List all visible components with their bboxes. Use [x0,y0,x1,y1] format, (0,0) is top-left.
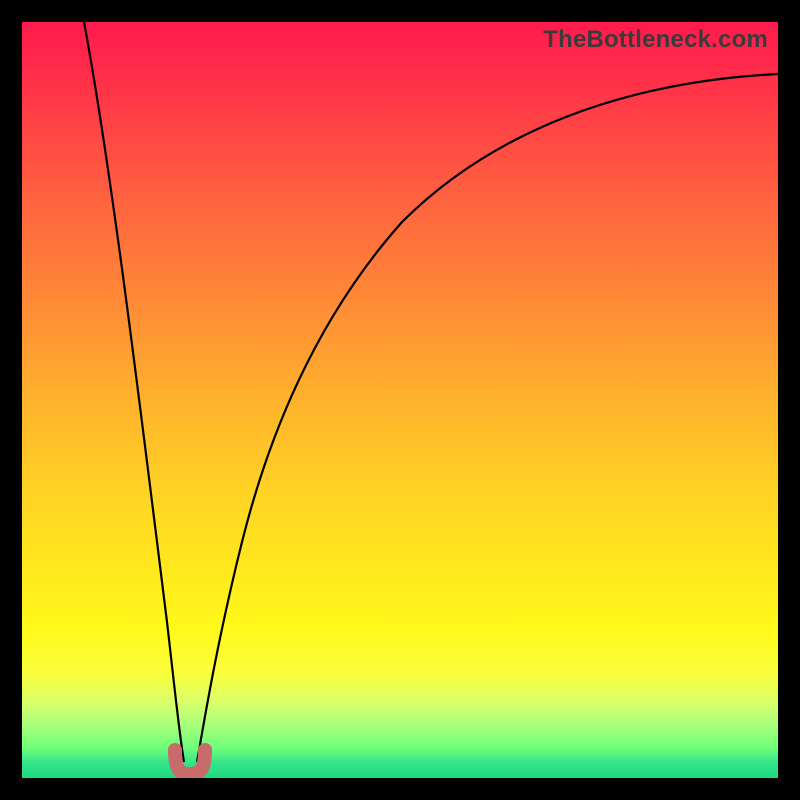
curve-right [197,74,778,762]
chart-overlay [22,22,778,778]
curve-left [84,22,184,762]
chart-frame: TheBottleneck.com [0,0,800,800]
minimum-marker [175,750,205,774]
plot-area: TheBottleneck.com [22,22,778,778]
